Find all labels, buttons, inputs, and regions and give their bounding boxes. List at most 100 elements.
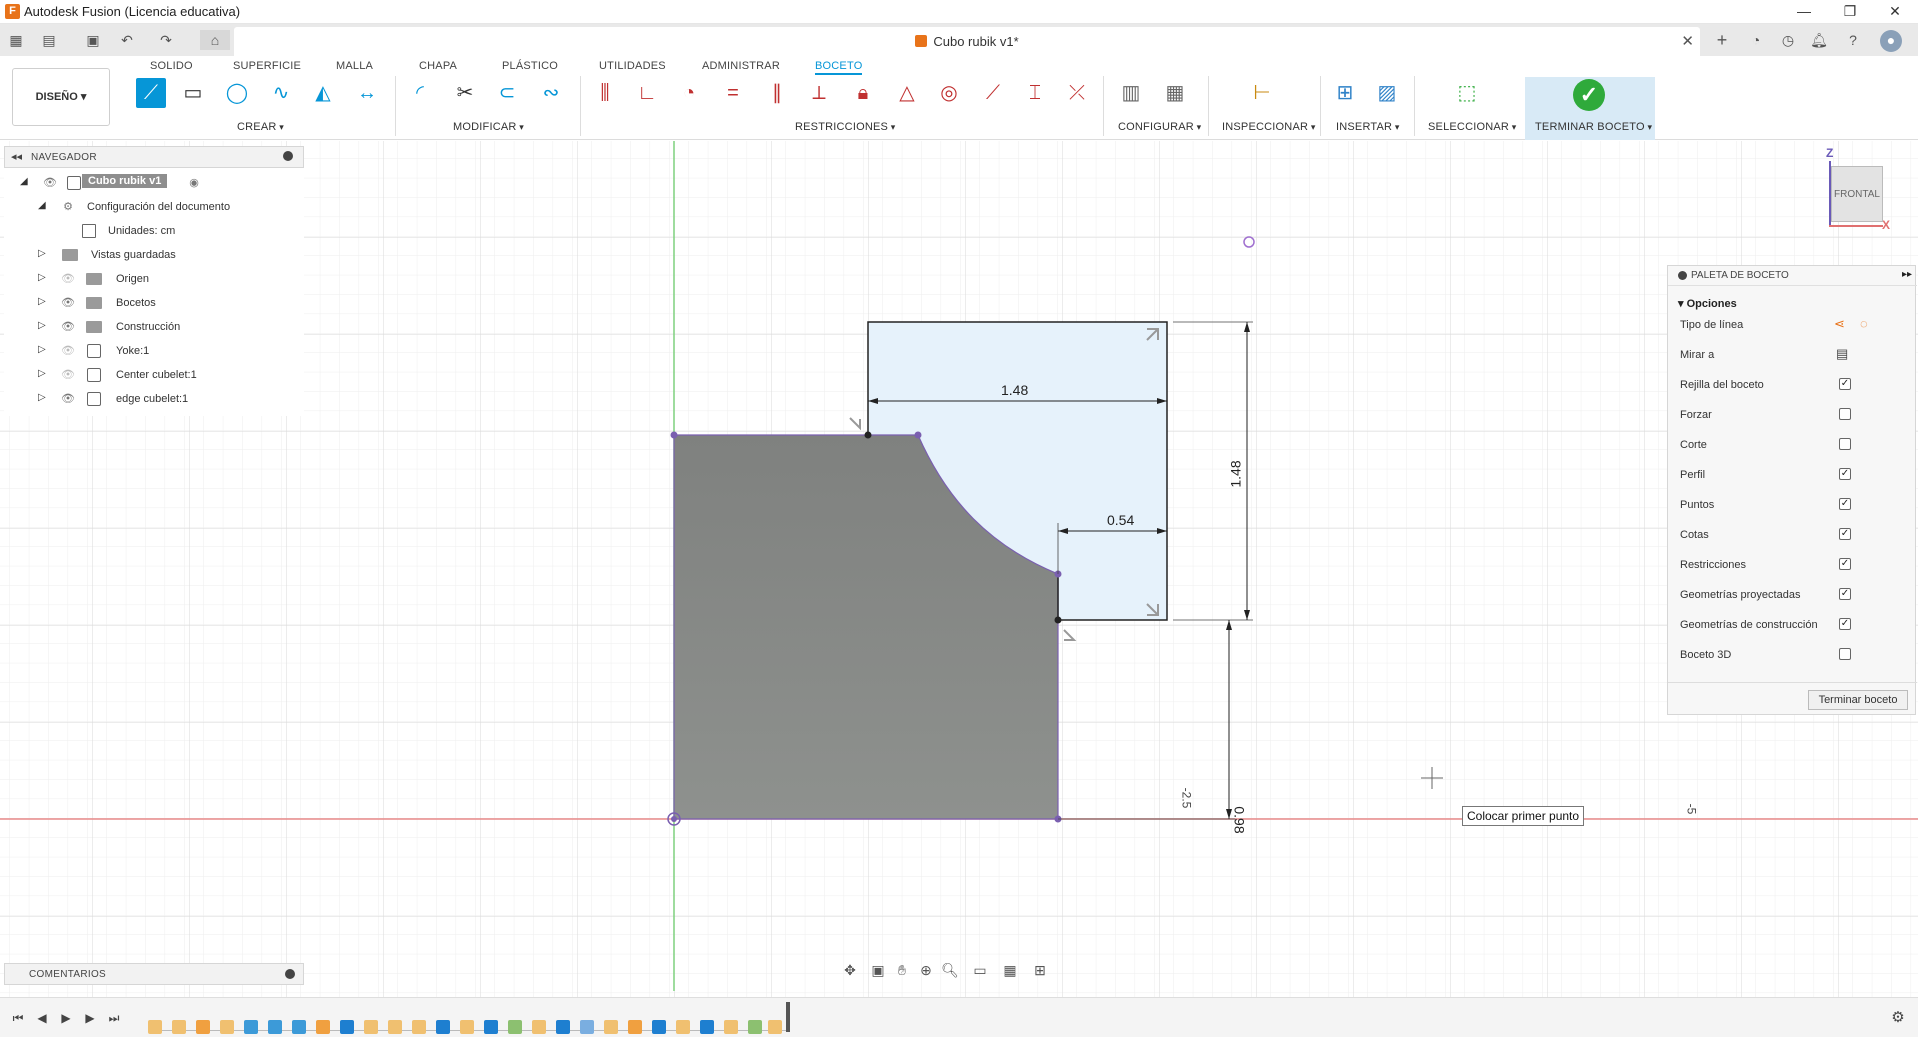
timeline-sketch-icon[interactable] (676, 1020, 690, 1034)
normal-line-icon[interactable]: ⋖ (1834, 316, 1845, 332)
tab-administrar[interactable]: ADMINISTRAR (702, 60, 780, 72)
look-at-icon[interactable]: ▤ (1836, 346, 1848, 362)
timeline-sketch-icon[interactable] (172, 1020, 186, 1034)
expand-triangle-icon[interactable]: ▷ (38, 296, 52, 310)
construction-line-icon[interactable]: ◌ (1860, 316, 1868, 331)
finish-sketch-check-icon[interactable]: ✓ (1573, 79, 1605, 111)
finish-sketch-group[interactable]: ✓ TERMINAR BOCETO (1525, 77, 1655, 140)
timeline-marker[interactable] (786, 1002, 790, 1032)
expand-triangle-icon[interactable]: ▷ (38, 368, 52, 382)
timeline-sketch-icon[interactable] (364, 1020, 378, 1034)
projected-geometry-checkbox[interactable]: ✓ (1839, 588, 1851, 600)
dimension-tool-icon[interactable]: ↔ (352, 78, 382, 108)
tab-malla[interactable]: MALLA (336, 60, 373, 72)
line-tool-icon[interactable]: ⟋ (136, 78, 166, 108)
dimension-top-width[interactable]: 1.48 (1001, 382, 1028, 398)
timeline-last-icon[interactable]: ⏭ (104, 1008, 124, 1028)
sketch-point[interactable] (864, 431, 872, 439)
group-modificar[interactable]: MODIFICAR (453, 121, 524, 133)
tab-plastico[interactable]: PLÁSTICO (502, 60, 558, 72)
grid-settings-icon[interactable]: ▦ (998, 962, 1022, 982)
hidden-eye-icon[interactable]: 👁︎ (60, 272, 76, 286)
tree-item-units[interactable]: Unidades: cm (4, 220, 304, 244)
sketch-grid-checkbox[interactable]: ✓ (1839, 378, 1851, 390)
tree-item-document-settings[interactable]: ◢ ⚙ Configuración del documento (4, 196, 304, 220)
help-icon[interactable]: ? (1842, 30, 1864, 50)
new-tab-icon[interactable]: + (1711, 30, 1733, 50)
coincident-constraint-icon[interactable]: ∟ (632, 78, 662, 108)
timeline-mirror-icon[interactable] (748, 1020, 762, 1034)
timeline-feature-icon[interactable] (196, 1020, 210, 1034)
close-tab-icon[interactable]: ✕ (1681, 32, 1694, 50)
slice-checkbox[interactable] (1839, 438, 1851, 450)
fix-constraint-icon[interactable]: 🔒︎ (848, 78, 878, 108)
expand-triangle-icon[interactable]: ◢ (38, 200, 52, 214)
circle-tool-icon[interactable]: ◯ (222, 78, 252, 108)
points-checkbox[interactable]: ✓ (1839, 498, 1851, 510)
horizontal-vertical-constraint-icon[interactable]: ⫼ (590, 78, 620, 108)
group-configurar[interactable]: CONFIGURAR (1118, 121, 1201, 133)
visibility-eye-icon[interactable]: 👁︎ (60, 296, 76, 310)
viewports-icon[interactable]: ⊞ (1028, 962, 1052, 982)
parameters-table-icon[interactable]: ▦ (1160, 78, 1190, 108)
zoom-icon[interactable]: ⊕ (914, 962, 938, 982)
timeline-body-icon[interactable] (652, 1020, 666, 1034)
perpendicular-constraint-icon[interactable]: ⟂ (804, 78, 834, 108)
view-cube[interactable]: Z X FRONTAL (1822, 146, 1892, 236)
collapse-panel-icon[interactable]: ◂◂ (11, 150, 22, 163)
parallel-constraint-icon[interactable]: ∥ (762, 78, 792, 108)
timeline-sketch-icon[interactable] (460, 1020, 474, 1034)
timeline-extrude-icon[interactable] (268, 1020, 282, 1034)
group-inspeccionar[interactable]: INSPECCIONAR (1222, 121, 1316, 133)
timeline-sketch-icon[interactable] (412, 1020, 426, 1034)
palette-pin-icon[interactable] (1678, 271, 1687, 280)
tab-boceto[interactable]: BOCETO (815, 60, 863, 75)
expand-triangle-icon[interactable]: ◢ (20, 176, 34, 190)
timeline-body-icon[interactable] (484, 1020, 498, 1034)
timeline-sketch-icon[interactable] (220, 1020, 234, 1034)
tree-item-edge-cubelet[interactable]: ▷ 👁︎ edge cubelet:1 (4, 388, 304, 412)
sketch-point[interactable] (914, 431, 922, 439)
fillet-tool-icon[interactable]: ◜ (405, 78, 435, 108)
view-cube-face-frontal[interactable]: FRONTAL (1831, 166, 1883, 222)
expand-triangle-icon[interactable]: ▷ (38, 272, 52, 286)
minimize-button[interactable]: — (1781, 0, 1827, 24)
orbit-icon[interactable]: ✥ (838, 962, 862, 982)
constraints-checkbox[interactable]: ✓ (1839, 558, 1851, 570)
construction-geometry-checkbox[interactable]: ✓ (1839, 618, 1851, 630)
timeline-extrude-icon[interactable] (292, 1020, 306, 1034)
tab-chapa[interactable]: CHAPA (419, 60, 457, 72)
hidden-eye-icon[interactable]: 👁︎ (60, 344, 76, 358)
visibility-eye-icon[interactable]: 👁︎ (42, 176, 58, 190)
insert-component-icon[interactable]: ⊞ (1330, 78, 1360, 108)
timeline-next-icon[interactable]: ▶︎ (80, 1008, 100, 1028)
tree-item-sketches[interactable]: ▷ 👁︎ Bocetos (4, 292, 304, 316)
group-insertar[interactable]: INSERTAR (1336, 121, 1400, 133)
dimension-inner-width[interactable]: 0.54 (1107, 512, 1134, 528)
tangent-constraint-icon[interactable]: ◔ (674, 78, 704, 108)
midpoint-constraint-icon[interactable]: △ (892, 78, 922, 108)
file-menu-icon[interactable]: ▤ (38, 30, 60, 50)
timeline-mirror-icon[interactable] (508, 1020, 522, 1034)
tree-item-yoke[interactable]: ▷ 👁︎ Yoke:1 (4, 340, 304, 364)
tab-solido[interactable]: SOLIDO (150, 60, 193, 72)
group-seleccionar[interactable]: SELECCIONAR (1428, 121, 1516, 133)
timeline-extrude-icon[interactable] (244, 1020, 258, 1034)
sketch-point[interactable] (670, 431, 678, 439)
tree-item-center-cubelet[interactable]: ▷ 👁︎ Center cubelet:1 (4, 364, 304, 388)
expand-palette-icon[interactable]: ▸▸ (1902, 269, 1912, 280)
timeline-body-icon[interactable] (556, 1020, 570, 1034)
tab-superficie[interactable]: SUPERFICIE (233, 60, 301, 72)
sketch-point[interactable] (1054, 616, 1062, 624)
panel-pin-icon[interactable] (283, 151, 293, 161)
curvature-constraint-icon[interactable]: ⤫ (1062, 78, 1092, 108)
offset-tool-icon[interactable]: ⊂ (492, 78, 522, 108)
dimensions-checkbox[interactable]: ✓ (1839, 528, 1851, 540)
look-at-nav-icon[interactable]: ▣ (866, 962, 890, 982)
tab-utilidades[interactable]: UTILIDADES (599, 60, 666, 72)
timeline-feature-icon[interactable] (580, 1020, 594, 1034)
timeline-body-icon[interactable] (700, 1020, 714, 1034)
tree-root[interactable]: ◢ 👁︎ Cubo rubik v1 ◉ (4, 172, 304, 196)
timeline-track[interactable] (148, 1002, 790, 1034)
pan-icon[interactable]: ✋︎ (890, 962, 914, 982)
